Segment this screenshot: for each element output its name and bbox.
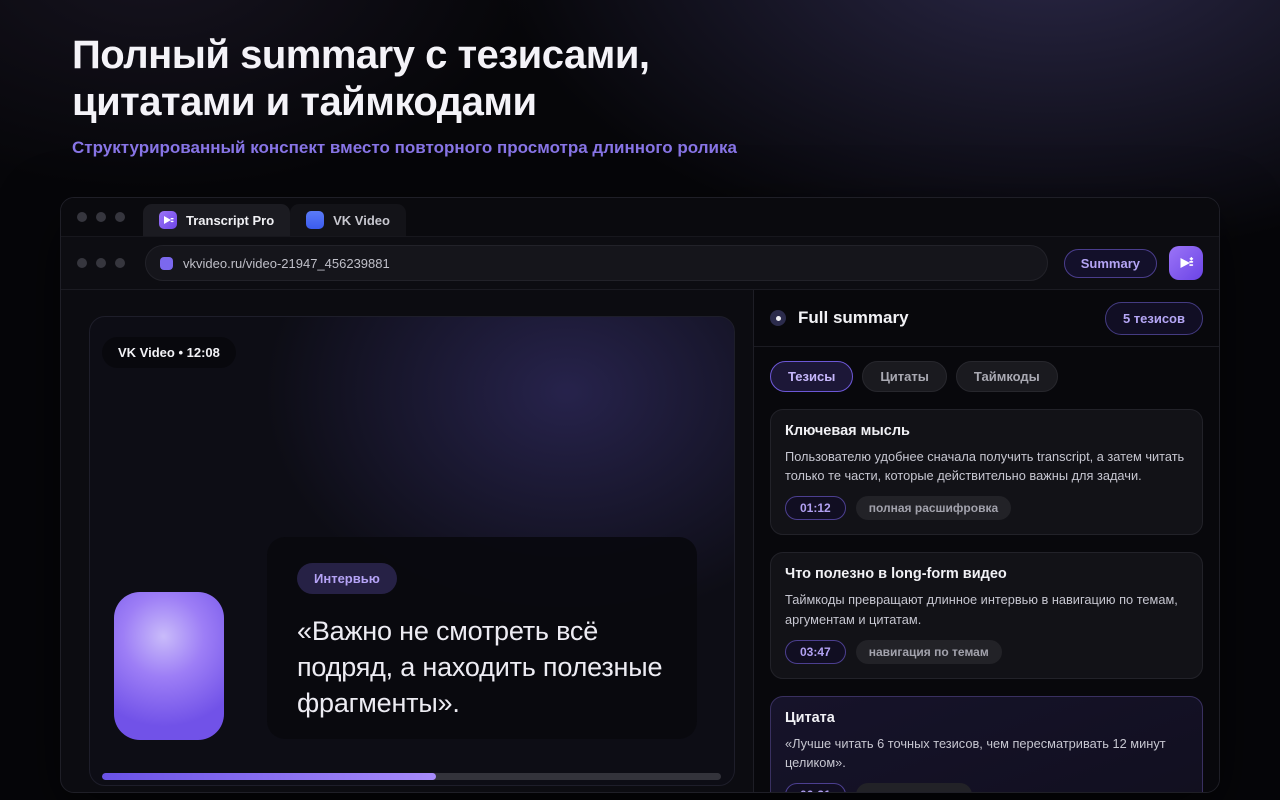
tag-pill: навигация по темам — [856, 640, 1002, 664]
toolbar-nav-dots — [77, 258, 125, 268]
filter-tab-timecodes[interactable]: Таймкоды — [956, 361, 1058, 392]
window-control-dot[interactable] — [96, 212, 106, 222]
thesis-card[interactable]: Ключевая мысль Пользователю удобнее снач… — [770, 409, 1203, 535]
card-meta: 01:12 полная расшифровка — [785, 496, 1188, 520]
window-control-dot[interactable] — [115, 212, 125, 222]
summary-panel: Full summary 5 тезисов Тезисы Цитаты Тай… — [753, 290, 1219, 792]
url-text: vkvideo.ru/video-21947_456239881 — [183, 256, 390, 271]
play-summary-icon — [1177, 254, 1195, 272]
summary-panel-body: Тезисы Цитаты Таймкоды Ключевая мысль По… — [754, 347, 1219, 792]
card-body: Таймкоды превращают длинное интервью в н… — [785, 590, 1188, 628]
hero-section: Полный summary с тезисами, цитатами и та… — [72, 32, 737, 158]
speaker-avatar — [114, 592, 224, 740]
tab-label: VK Video — [333, 213, 390, 228]
tag-pill: точные тезисы — [856, 783, 972, 792]
nav-dot[interactable] — [115, 258, 125, 268]
page-subtitle: Структурированный конспект вместо повтор… — [72, 138, 737, 158]
nav-dot[interactable] — [77, 258, 87, 268]
card-meta: 03:47 навигация по темам — [785, 640, 1188, 664]
transcript-pro-icon — [159, 211, 177, 229]
url-bar[interactable]: vkvideo.ru/video-21947_456239881 — [145, 245, 1048, 281]
extension-button[interactable] — [1169, 246, 1203, 280]
quote-text: «Важно не смотреть всё подряд, а находит… — [297, 614, 667, 722]
thesis-card[interactable]: Что полезно в long-form видео Таймкоды п… — [770, 552, 1203, 678]
card-title: Ключевая мысль — [785, 423, 1188, 439]
browser-window: Transcript Pro VK Video vkvideo.ru/video… — [60, 197, 1220, 793]
quote-card: Интервью «Важно не смотреть всё подряд, … — [267, 537, 697, 739]
video-progress-fill — [102, 773, 436, 780]
filter-tab-theses[interactable]: Тезисы — [770, 361, 853, 392]
record-dot-icon — [770, 310, 786, 326]
summary-panel-header: Full summary 5 тезисов — [754, 290, 1219, 347]
tab-vk-video[interactable]: VK Video — [290, 204, 406, 236]
thesis-count-badge: 5 тезисов — [1105, 302, 1203, 335]
card-body: Пользователю удобнее сначала получить tr… — [785, 447, 1188, 485]
page-title-line1: Полный summary с тезисами, — [72, 33, 650, 77]
video-area: VK Video • 12:08 Интервью «Важно не смот… — [61, 290, 753, 792]
card-title: Цитата — [785, 710, 1188, 726]
timecode-pill[interactable]: 06:31 — [785, 783, 846, 792]
timecode-pill[interactable]: 03:47 — [785, 640, 846, 664]
window-content: VK Video • 12:08 Интервью «Важно не смот… — [61, 290, 1219, 792]
summary-button[interactable]: Summary — [1064, 249, 1157, 278]
video-player[interactable]: VK Video • 12:08 Интервью «Важно не смот… — [89, 316, 735, 786]
window-control-dot[interactable] — [77, 212, 87, 222]
summary-filter-tabs: Тезисы Цитаты Таймкоды — [770, 361, 1203, 392]
browser-tabstrip: Transcript Pro VK Video — [61, 198, 1219, 236]
card-meta: 06:31 точные тезисы — [785, 783, 1188, 792]
thesis-card-quote[interactable]: Цитата «Лучше читать 6 точных тезисов, ч… — [770, 696, 1203, 792]
panel-title: Full summary — [798, 308, 909, 328]
video-progress-bar[interactable] — [102, 773, 721, 780]
card-body: «Лучше читать 6 точных тезисов, чем пере… — [785, 734, 1188, 772]
browser-toolbar: vkvideo.ru/video-21947_456239881 Summary — [61, 236, 1219, 290]
tab-label: Transcript Pro — [186, 213, 274, 228]
nav-dot[interactable] — [96, 258, 106, 268]
timecode-pill[interactable]: 01:12 — [785, 496, 846, 520]
window-controls — [77, 212, 125, 222]
vk-video-icon — [306, 211, 324, 229]
quote-tag-badge: Интервью — [297, 563, 397, 594]
site-favicon-icon — [160, 257, 173, 270]
page-title-line2: цитатами и таймкодами — [72, 80, 537, 124]
page-title: Полный summary с тезисами, цитатами и та… — [72, 32, 737, 126]
tag-pill: полная расшифровка — [856, 496, 1011, 520]
filter-tab-quotes[interactable]: Цитаты — [862, 361, 947, 392]
thesis-card-list: Ключевая мысль Пользователю удобнее снач… — [770, 409, 1203, 792]
video-badge: VK Video • 12:08 — [102, 337, 236, 368]
card-title: Что полезно в long-form видео — [785, 566, 1188, 582]
tab-transcript-pro[interactable]: Transcript Pro — [143, 204, 290, 236]
